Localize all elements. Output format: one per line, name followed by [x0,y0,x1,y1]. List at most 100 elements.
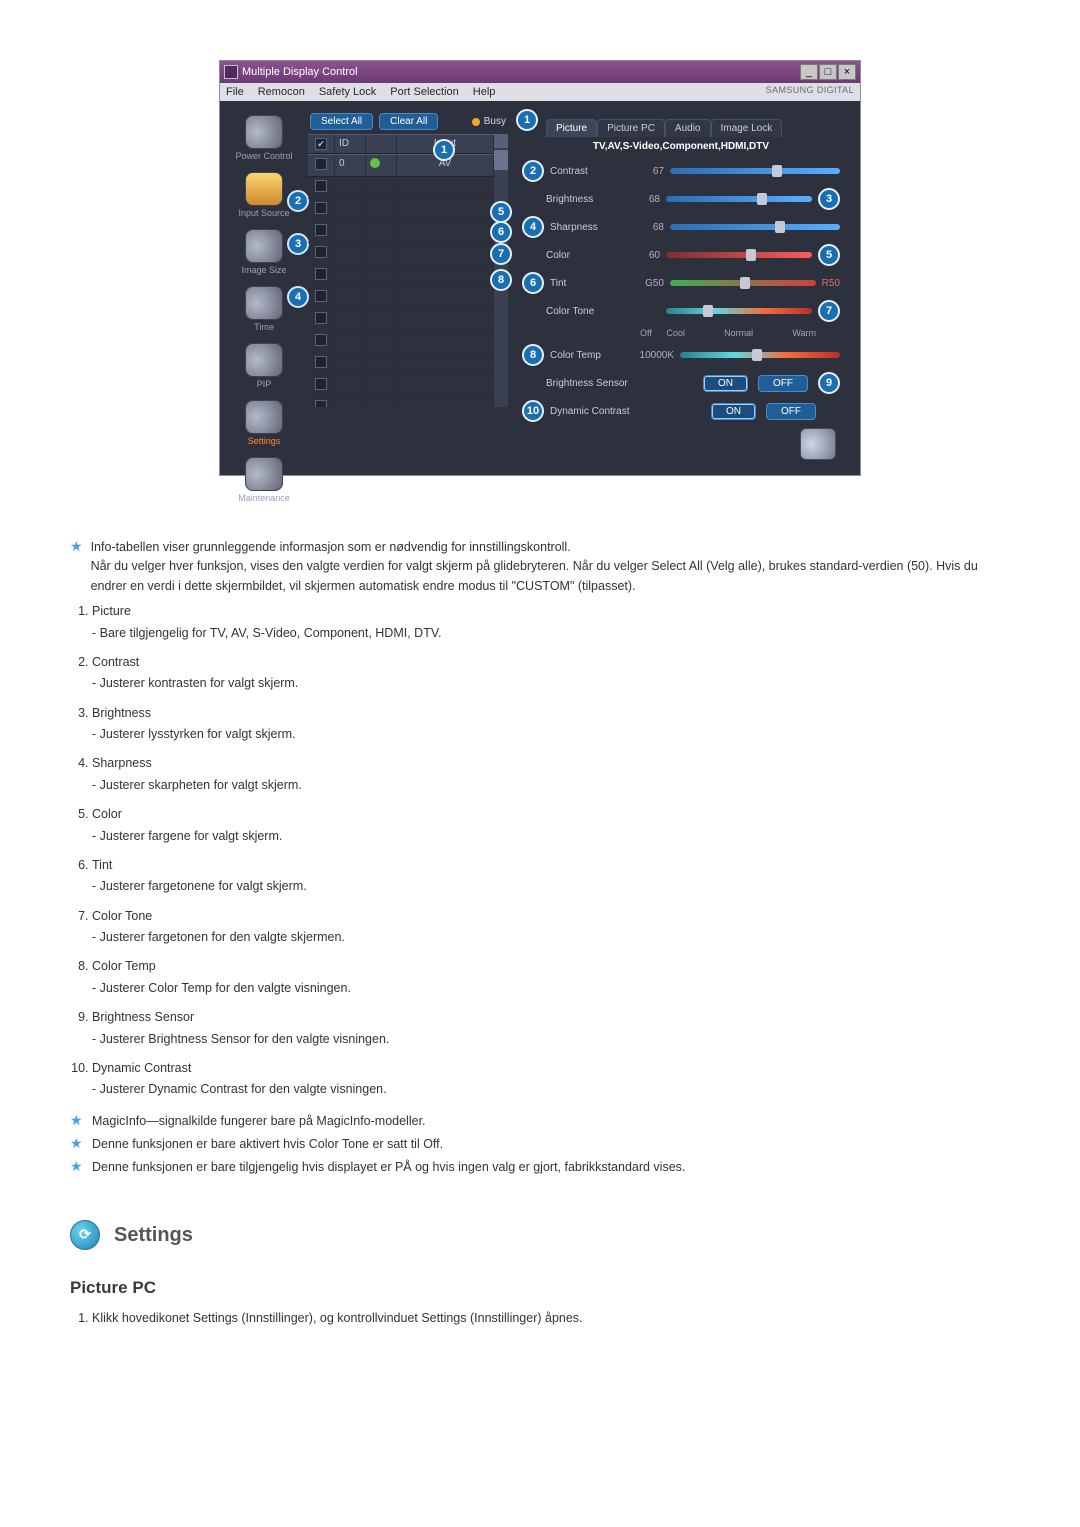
sidebar-item-maintenance[interactable]: Maintenance [225,457,303,504]
item-title: Sharpness [92,756,152,770]
callout-4-side: 4 [287,286,309,308]
callout-10r: 10 [522,400,544,422]
brightness-sensor-off[interactable]: OFF [758,375,808,392]
tab-picture[interactable]: Picture [546,119,597,137]
tint-slider[interactable] [670,280,816,286]
close-button[interactable]: × [838,64,856,80]
callout-8r: 8 [522,344,544,366]
menu-port-selection[interactable]: Port Selection [390,86,458,98]
col-status [366,135,397,153]
settings-section-icon: ⟳ [70,1220,100,1250]
subsection-heading: Picture PC [70,1275,1010,1301]
sidebar-label: Time [254,322,274,332]
note-text: Denne funksjonen er bare aktivert hvis C… [92,1135,443,1154]
sidebar-label: Image Size [241,265,286,275]
tab-picture-pc[interactable]: Picture PC [597,119,665,137]
display-list [308,177,494,407]
row-checkbox[interactable] [315,180,327,192]
settings-panel: 1 Picture Picture PC Audio Image Lock TV… [514,109,852,465]
select-all-button[interactable]: Select All [310,113,373,130]
item-desc: - Justerer fargetonene for valgt skjerm. [92,877,1010,896]
row-checkbox[interactable] [315,246,327,258]
menu-safety-lock[interactable]: Safety Lock [319,86,376,98]
menu-remocon[interactable]: Remocon [258,86,305,98]
item-desc: - Justerer fargetonen for den valgte skj… [92,928,1010,947]
input-note: TV,AV,S-Video,Component,HDMI,DTV [514,137,848,156]
item-desc: - Justerer kontrasten for valgt skjerm. [92,674,1010,693]
sidebar-item-power-control[interactable]: Power Control [225,115,303,162]
tint-left: G50 [630,278,664,289]
sidebar-item-time[interactable]: Time 4 [225,286,303,333]
callout-6: 6 [490,221,512,243]
row-checkbox[interactable] [315,400,327,407]
steps-list: Klikk hovedikonet Settings (Innstillinge… [70,1309,1010,1328]
row-checkbox[interactable] [315,334,327,346]
row-checkbox[interactable] [315,356,327,368]
tone-off: Off [640,328,652,338]
minimize-button[interactable]: _ [800,64,818,80]
color-temp-slider[interactable] [680,352,840,358]
brightness-sensor-on[interactable]: ON [703,375,748,392]
sidebar-label: PIP [257,379,272,389]
color-slider[interactable] [666,252,812,258]
item-title: Picture [92,604,131,618]
color-tone-slider[interactable] [666,308,812,314]
row-checkbox[interactable] [315,202,327,214]
star-icon: ★ [70,1112,84,1131]
menu-help[interactable]: Help [473,86,496,98]
mdc-window: Multiple Display Control _ □ × File Remo… [219,60,861,476]
header-checkbox-icon [315,138,327,150]
scroll-thumb[interactable] [494,150,508,170]
row-checkbox[interactable] [315,290,327,302]
callout-5r: 5 [818,244,840,266]
tone-warm: Warm [792,328,816,338]
display-list-panel: Select All Clear All Busy ID [308,109,508,465]
notes-region: ★ Info-tabellen viser grunnleggende info… [70,536,1010,1328]
callout-3r: 3 [818,188,840,210]
menu-file[interactable]: File [226,86,244,98]
tone-cool: Cool [666,328,685,338]
dynamic-contrast-off[interactable]: OFF [766,403,816,420]
input-source-icon [245,172,283,206]
sidebar-item-input-source[interactable]: Input Source 2 [225,172,303,219]
busy-label: Busy [484,116,506,127]
item-title: Brightness Sensor [92,1010,194,1024]
maximize-button[interactable]: □ [819,64,837,80]
power-icon [245,115,283,149]
window-titlebar: Multiple Display Control _ □ × [220,61,860,83]
sharpness-slider[interactable] [670,224,840,230]
tab-image-lock[interactable]: Image Lock [711,119,783,137]
col-checkbox [308,135,335,153]
callout-2r: 2 [522,160,544,182]
item-desc: - Justerer lysstyrken for valgt skjerm. [92,725,1010,744]
maintenance-icon [245,457,283,491]
color-temp-label: Color Temp [550,350,624,361]
row-checkbox[interactable] [315,158,327,170]
item-title: Tint [92,858,112,872]
dynamic-contrast-on[interactable]: ON [711,403,756,420]
contrast-slider[interactable] [670,168,840,174]
sidebar-item-image-size[interactable]: Image Size 3 [225,229,303,276]
scroll-up-icon[interactable] [494,134,508,148]
row-checkbox[interactable] [315,312,327,324]
row-checkbox[interactable] [315,268,327,280]
sidebar-item-pip[interactable]: PIP [225,343,303,390]
clear-all-button[interactable]: Clear All [379,113,438,130]
pip-icon [245,343,283,377]
color-temp-value: 10000K [630,350,674,361]
section-heading: ⟳ Settings [70,1220,1010,1251]
item-title: Color [92,807,122,821]
star-icon: ★ [70,1135,84,1154]
tab-audio[interactable]: Audio [665,119,711,137]
callout-7: 7 [490,243,512,265]
color-label: Color [546,250,620,261]
note-text: Info-tabellen viser grunnleggende inform… [91,538,1010,557]
sidebar-item-settings[interactable]: Settings [225,400,303,447]
callout-2-side: 2 [287,190,309,212]
color-tone-label: Color Tone [546,306,620,317]
row-checkbox[interactable] [315,378,327,390]
item-title: Contrast [92,655,139,669]
brightness-slider[interactable] [666,196,812,202]
row-checkbox[interactable] [315,224,327,236]
item-desc: - Justerer Dynamic Contrast for den valg… [92,1080,1010,1099]
